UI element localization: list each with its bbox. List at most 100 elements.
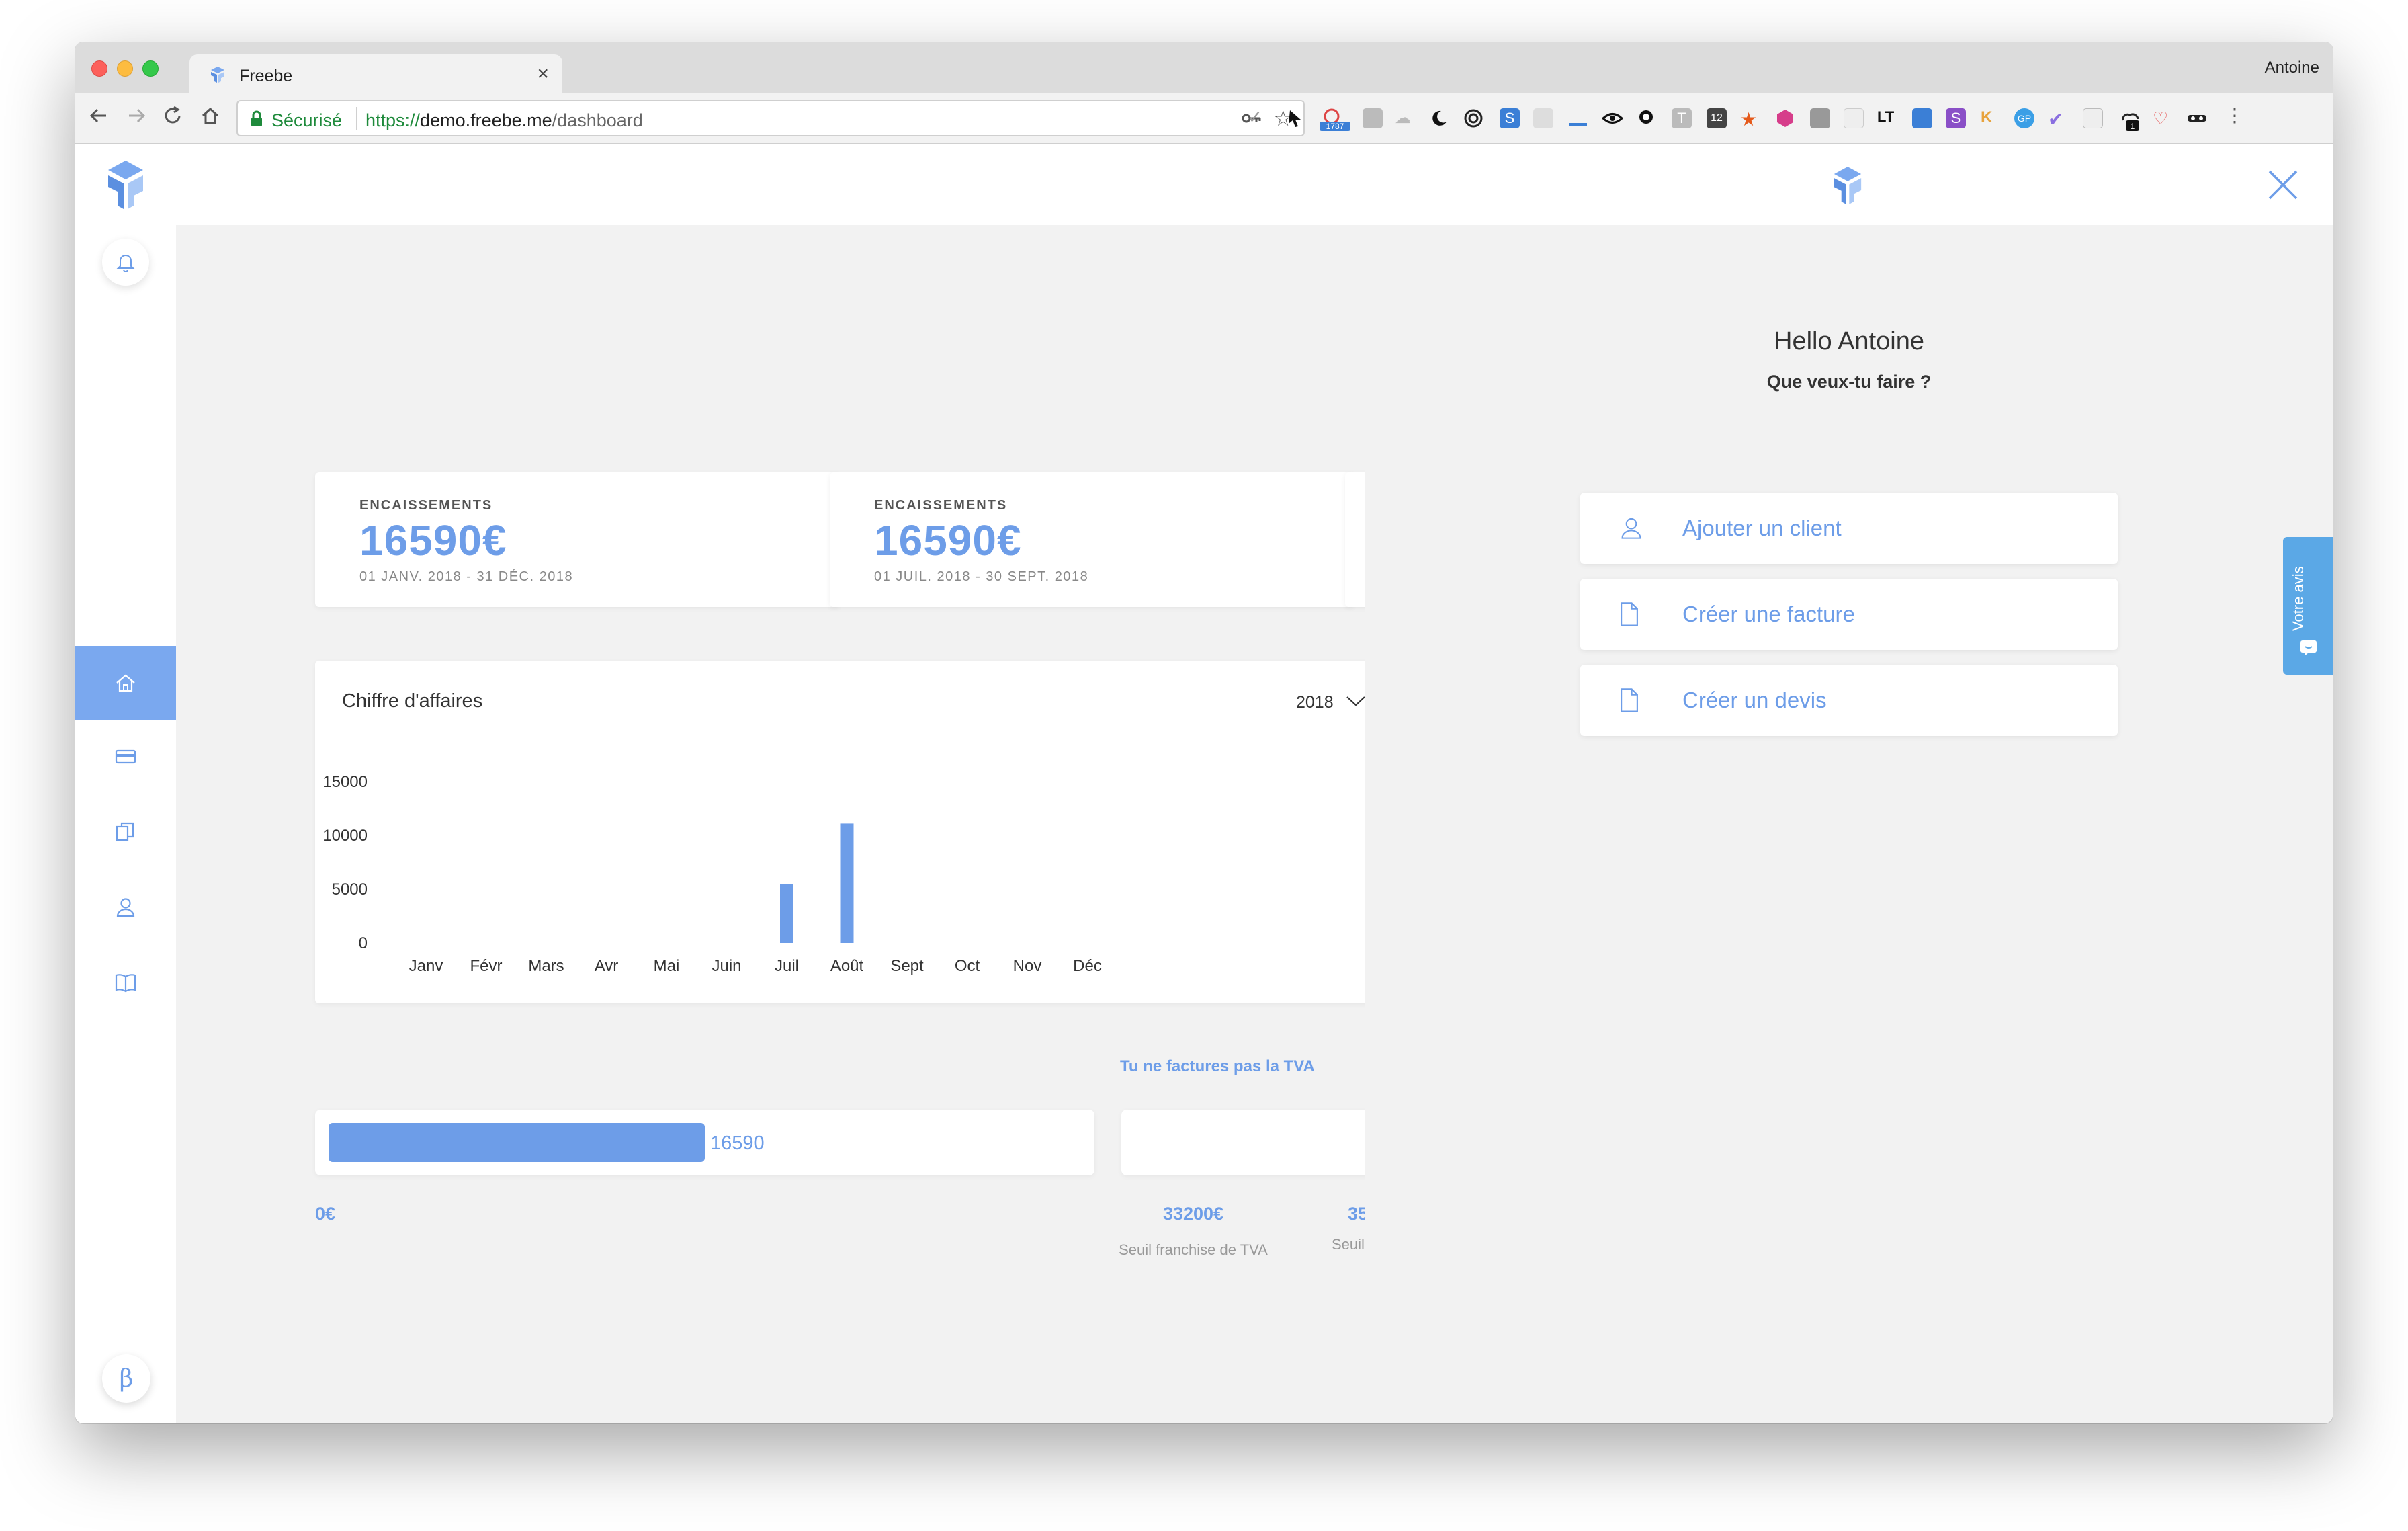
chart-bar[interactable] (780, 884, 793, 943)
line-extension-icon[interactable] (1568, 108, 1588, 128)
forward-icon[interactable] (126, 106, 146, 130)
home-icon (116, 674, 135, 692)
checkmark-extension-icon[interactable]: ✔ (2048, 108, 2068, 130)
address-bar[interactable]: Sécurisé https://demo.freebe.me/dashboar… (236, 100, 1305, 136)
x-tick-label: Août (830, 957, 864, 975)
revenue-chart: 0 5000 10000 15000 Janv Févr Mars Avr Mai Juin Jui… (322, 773, 1102, 975)
tva-link[interactable]: Tu ne factures pas la TVA (1120, 1057, 1315, 1076)
spiral-extension-icon[interactable] (1463, 108, 1484, 128)
page-extension-icon[interactable] (1844, 108, 1864, 128)
k-extension-icon[interactable]: K (1981, 108, 2001, 128)
greeting-title: Hello Antoine (1774, 327, 1924, 356)
t-extension-icon[interactable]: T (1672, 108, 1692, 128)
cloud-badge: 1 (2131, 122, 2135, 131)
x-tick-label: Sept (890, 957, 924, 975)
tva-progress-fill (329, 1123, 705, 1162)
cloud-badge-extension-icon[interactable]: 1 (2118, 108, 2139, 131)
counter-badge: 1787 (1326, 122, 1344, 131)
square-extension-icon[interactable] (1810, 108, 1830, 128)
book-icon (115, 974, 136, 993)
page-content: β ENCAISSEMENTS 16590€ 01 JANV. 2018 - 3… (75, 144, 2333, 1423)
star-extension-icon[interactable]: ★ (1740, 108, 1760, 130)
action-label: Créer une facture (1682, 602, 1855, 626)
stat-date-range: 01 JUIL. 2018 - 30 SEPT. 2018 (874, 569, 1089, 584)
stat-card-quarter[interactable]: ENCAISSEMENTS 16590€ 01 JUIL. 2018 - 30 … (830, 472, 1354, 607)
cloud-extension-icon[interactable]: ☁ (1395, 108, 1415, 128)
sidebar-item-clients[interactable] (75, 870, 176, 944)
y-tick-label: 5000 (332, 880, 368, 899)
sidebar-item-card[interactable] (75, 720, 176, 794)
notifications-button[interactable] (102, 239, 149, 286)
add-client-button[interactable]: Ajouter un client (1580, 493, 2118, 564)
lock-icon (251, 110, 262, 126)
x-tick-label: Avr (595, 957, 619, 975)
create-invoice-button[interactable]: Créer une facture (1580, 579, 2118, 650)
freebe-logo-icon[interactable] (105, 158, 146, 212)
calendar-extension-icon[interactable]: 12 (1707, 108, 1727, 128)
home-browser-icon[interactable] (200, 106, 220, 130)
photo-extension-icon[interactable] (1363, 108, 1383, 128)
stat-card-year[interactable]: ENCAISSEMENTS 16590€ 01 JANV. 2018 - 31 … (315, 472, 839, 607)
stat-label: ENCAISSEMENTS (359, 498, 493, 513)
reader-extension-icon[interactable] (2083, 108, 2103, 128)
chat-extension-icon[interactable] (1533, 108, 1553, 128)
url-text[interactable]: https://demo.freebe.me/dashboard (366, 110, 643, 131)
counter-extension-icon[interactable]: 1787 (1320, 108, 1350, 131)
minimize-window-button[interactable] (117, 60, 133, 77)
scale-min-label: 0€ (315, 1204, 336, 1224)
year-select[interactable]: 2018 (1296, 693, 1334, 712)
s-extension-icon[interactable]: S (1500, 108, 1520, 128)
chart-bar[interactable] (840, 823, 854, 943)
tab-close-icon[interactable]: × (537, 63, 549, 85)
sidebar-item-documents[interactable] (75, 795, 176, 869)
stat-value: 16590€ (874, 516, 1022, 565)
url-host: demo.freebe.me (420, 110, 552, 130)
tva-progress-value: 16590 (710, 1132, 765, 1154)
quick-actions-panel: Hello Antoine Que veux-tu faire ? Ajoute… (1365, 144, 2333, 1423)
documents-icon (116, 822, 134, 841)
scale-right-caption: Seuil (1332, 1236, 1365, 1253)
x-tick-label: Mars (528, 957, 564, 975)
feedback-tab[interactable]: Votre avis (2283, 537, 2333, 675)
s-purple-extension-icon[interactable]: S (1946, 108, 1966, 128)
close-icon[interactable] (2266, 167, 2300, 202)
menu-kebab-icon[interactable]: ⋮ (2225, 104, 2245, 126)
user-icon (116, 898, 135, 917)
app-sidebar: β (75, 144, 176, 1423)
hex-extension-icon[interactable] (1775, 108, 1795, 128)
x-tick-label: Janv (409, 957, 443, 975)
check-extension-icon[interactable]: ✓ (1248, 107, 1268, 127)
chevron-down-icon[interactable] (1344, 690, 1367, 713)
pocket-extension-icon[interactable]: ♡ (2153, 108, 2173, 128)
maximize-window-button[interactable] (142, 60, 159, 77)
moon-extension-icon[interactable] (1428, 108, 1449, 128)
create-quote-button[interactable]: Créer un devis (1580, 665, 2118, 736)
stat-date-range: 01 JANV. 2018 - 31 DÉC. 2018 (359, 569, 574, 584)
x-tick-label: Nov (1013, 957, 1042, 975)
close-window-button[interactable] (91, 60, 108, 77)
gp-extension-icon[interactable]: GP (2014, 108, 2034, 128)
profile-name[interactable]: Antoine (2265, 58, 2319, 77)
user-icon (1621, 518, 1641, 539)
search-chat-extension-icon[interactable] (1637, 108, 1657, 128)
y-tick-label: 10000 (322, 827, 368, 845)
eye-extension-icon[interactable] (1601, 108, 1624, 128)
beta-button[interactable]: β (102, 1354, 150, 1403)
browser-titlebar: Freebe × Antoine (75, 42, 2333, 95)
browser-tab[interactable]: Freebe × (189, 54, 562, 95)
lt-extension-icon[interactable]: LT (1877, 108, 1897, 128)
reload-icon[interactable] (163, 106, 183, 130)
greeting-subtitle: Que veux-tu faire ? (1766, 372, 1932, 392)
tva-progress-card: 16590 (315, 1110, 1094, 1175)
sidebar-item-home[interactable] (75, 646, 176, 720)
revenue-chart-card: 0 5000 10000 15000 Janv Févr Mars Avr Mai Juin Jui… (315, 661, 1524, 1003)
cursor-extension-icon[interactable] (1285, 108, 1305, 128)
action-label: Ajouter un client (1682, 515, 1842, 540)
mask-extension-icon[interactable] (2186, 108, 2206, 128)
sidebar-item-book[interactable] (75, 946, 176, 1020)
stat-value: 16590€ (359, 516, 507, 565)
x-tick-label: Févr (470, 957, 503, 975)
blue-square-extension-icon[interactable] (1912, 108, 1932, 128)
back-icon[interactable] (89, 106, 109, 130)
tva-progress-track: 16590 (329, 1123, 1081, 1162)
